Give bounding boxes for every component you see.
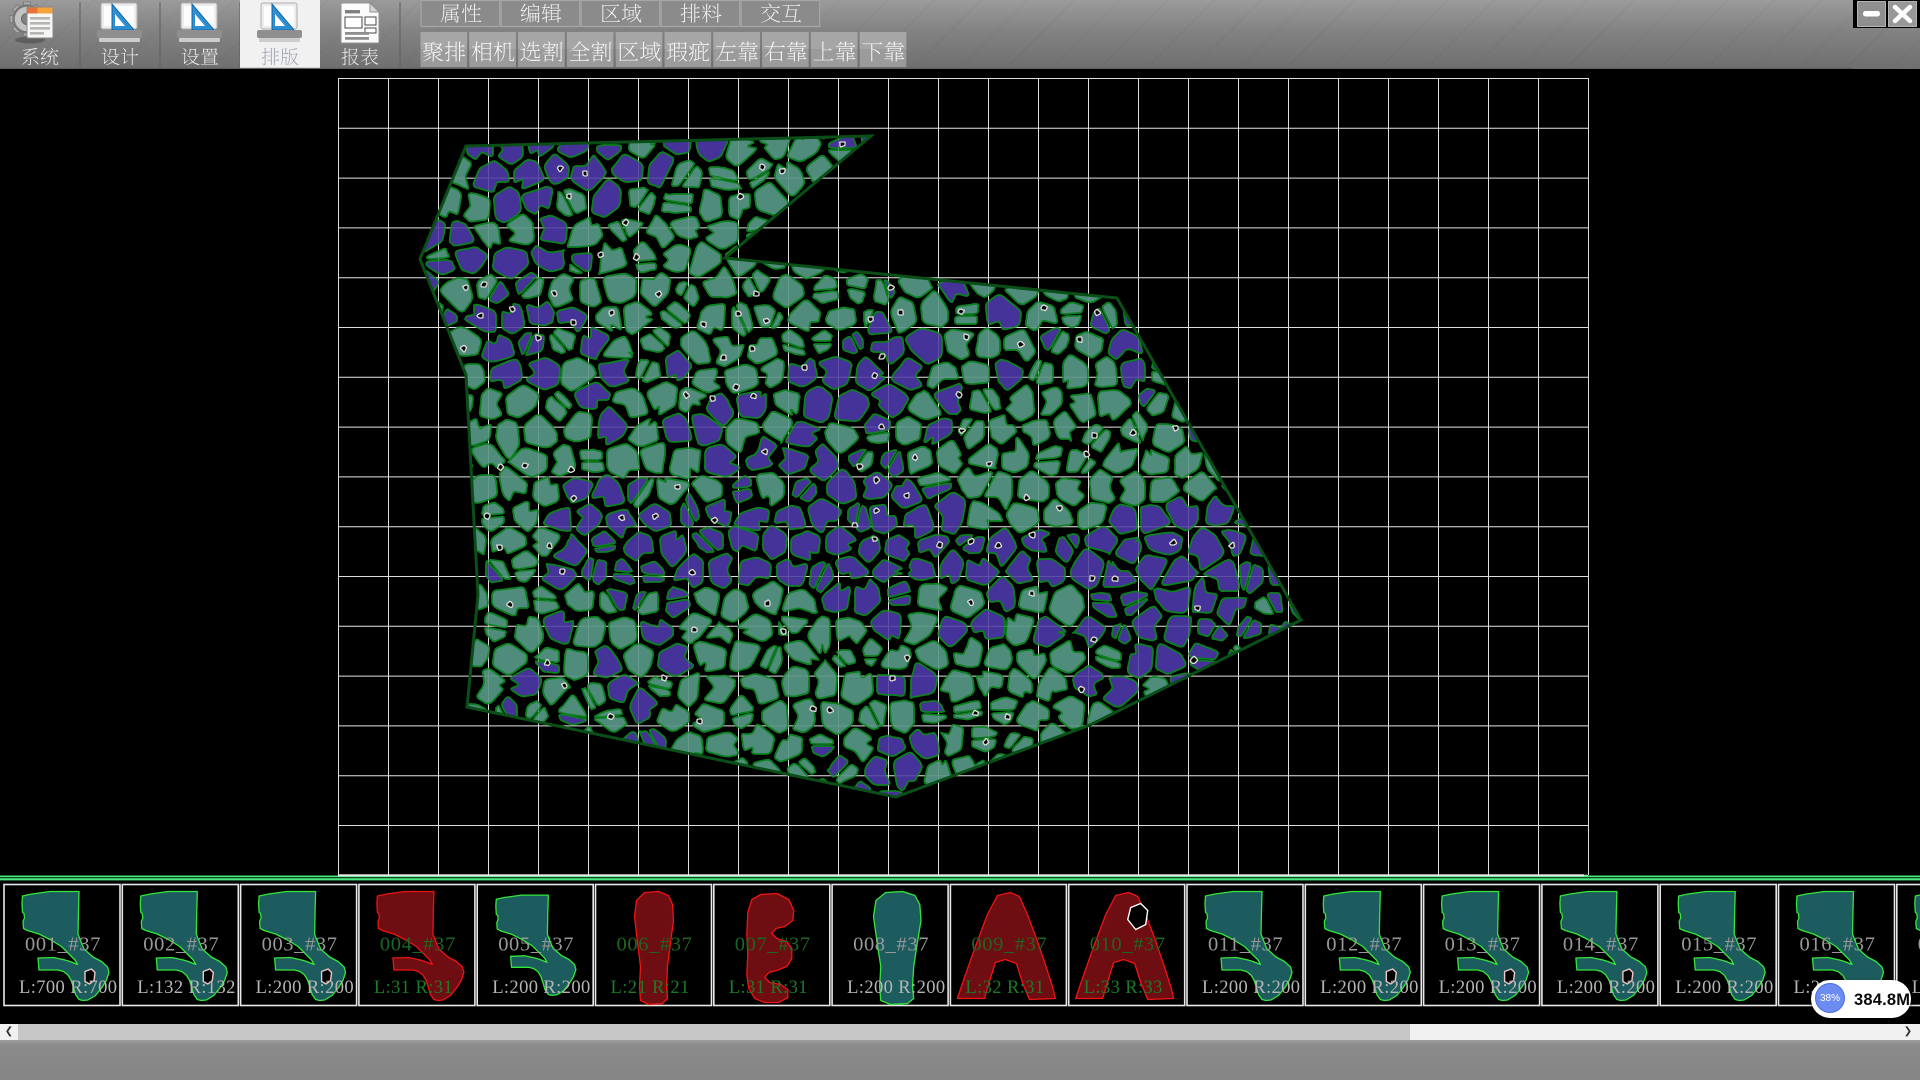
svg-text:005_#37: 005_#37 [498,934,574,956]
svg-text:L:33 R:33: L:33 R:33 [1084,978,1163,998]
svg-text:L:200 R:200: L:200 R:200 [1320,978,1418,998]
svg-text:L:200 R:200: L:200 R:200 [1557,978,1655,998]
svg-text:L:132 R:132: L:132 R:132 [137,978,235,998]
svg-text:001_#37: 001_#37 [25,934,101,956]
svg-text:L:200 R:200: L:200 R:200 [256,978,354,998]
svg-text:L:200 R:200: L:200 R:200 [492,978,590,998]
svg-text:L:31 R:31: L:31 R:31 [374,978,453,998]
svg-text:011_#37: 011_#37 [1208,934,1283,956]
svg-text:L:200 R:200: L:200 R:200 [847,978,945,998]
svg-text:006_#37: 006_#37 [617,934,693,956]
svg-text:010_#37: 010_#37 [1090,934,1166,956]
svg-text:016_#37: 016_#37 [1800,934,1876,956]
svg-text:009_#37: 009_#37 [971,934,1047,956]
svg-text:012_#37: 012_#37 [1326,934,1402,956]
svg-text:L:21 R:21: L:21 R:21 [611,978,690,998]
svg-text:L:200 R:200: L:200 R:200 [1439,978,1537,998]
svg-text:007_#37: 007_#37 [735,934,811,956]
svg-text:L:200 R:200: L:200 R:200 [1202,978,1300,998]
svg-text:013_#37: 013_#37 [1445,934,1521,956]
svg-text:L:31 R:31: L:31 R:31 [729,978,808,998]
svg-text:002_#37: 002_#37 [143,934,219,956]
svg-text:004_#37: 004_#37 [380,934,456,956]
svg-text:L:32 R:31: L:32 R:31 [965,978,1044,998]
svg-text:L:700 R:700: L:700 R:700 [19,978,117,998]
svg-text:003_#37: 003_#37 [262,934,338,956]
svg-text:014_#37: 014_#37 [1563,934,1639,956]
svg-text:L:200 R:200: L:200 R:200 [1675,978,1773,998]
svg-text:008_#37: 008_#37 [853,934,929,956]
svg-text:015_#37: 015_#37 [1681,934,1757,956]
svg-text:L:200 R:200: L:200 R:200 [1912,978,1920,998]
